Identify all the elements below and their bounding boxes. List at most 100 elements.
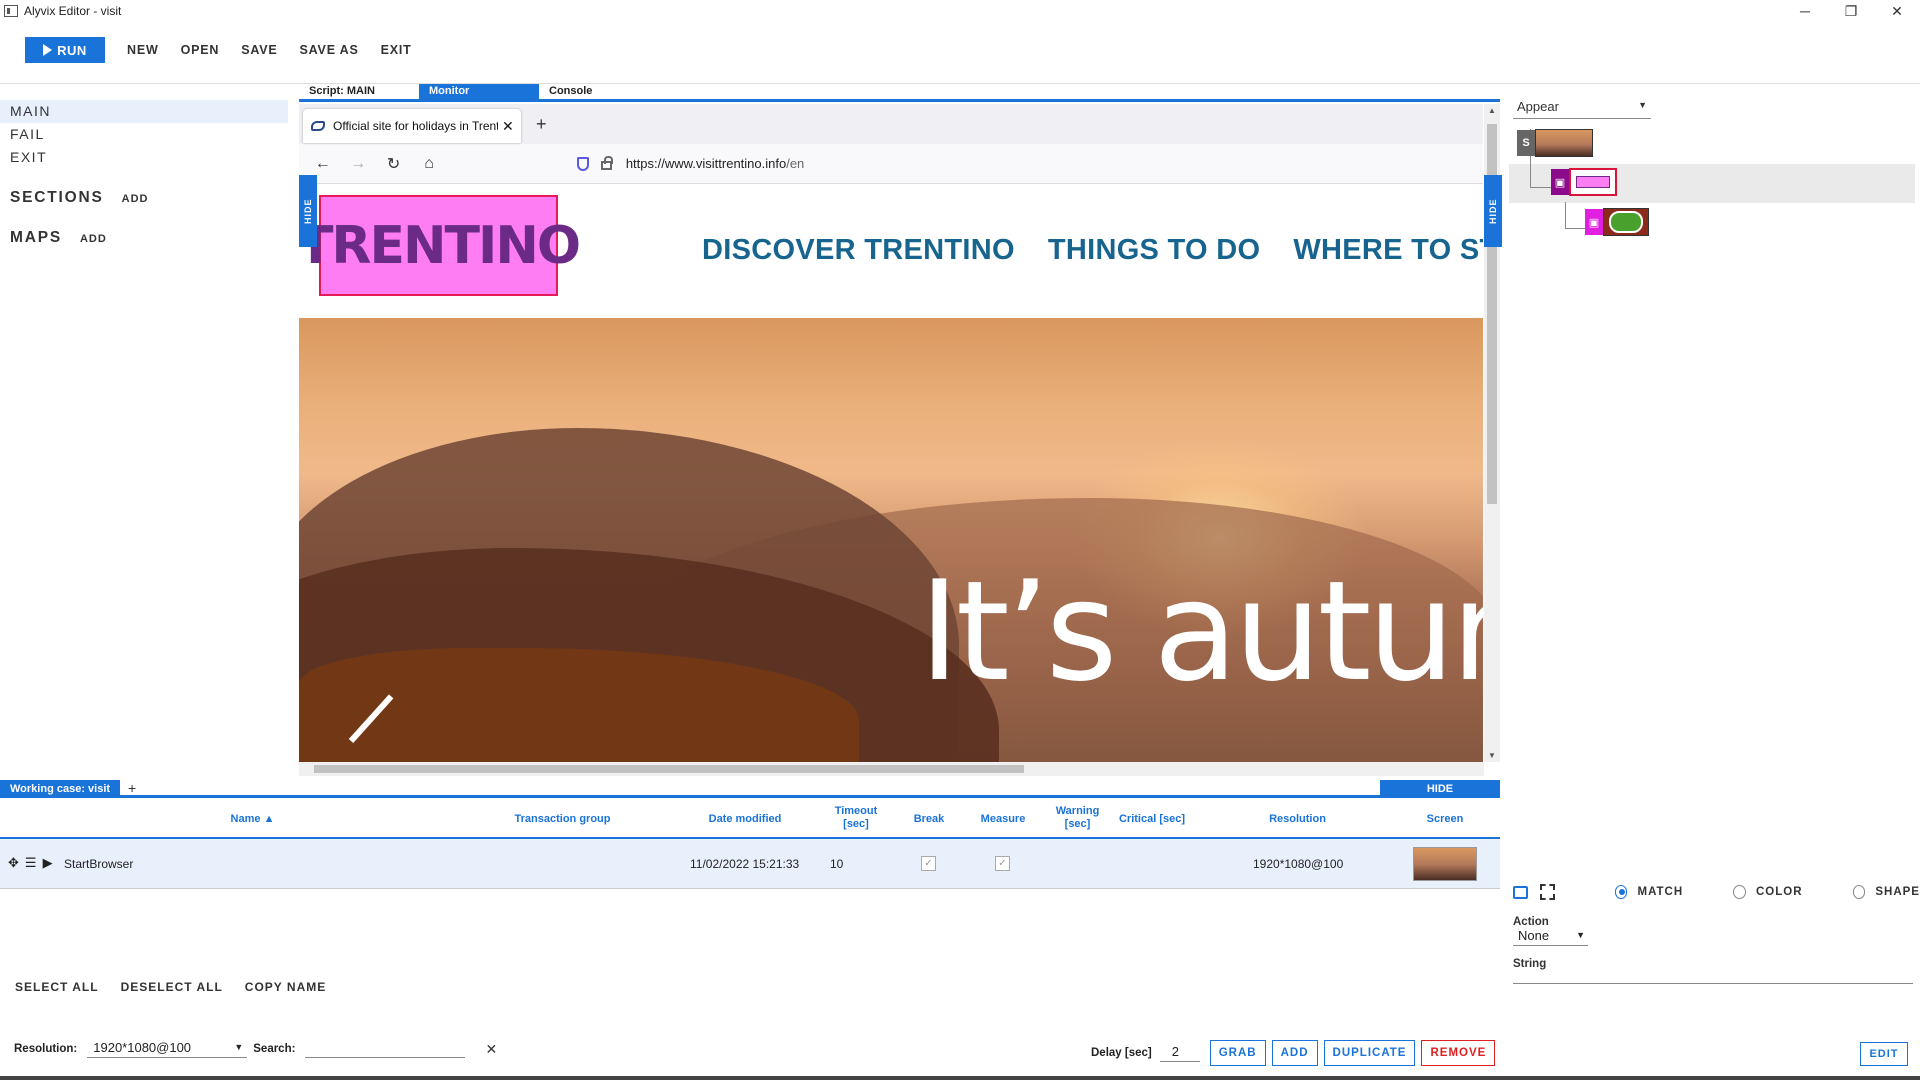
delay-input[interactable]: 2 <box>1159 1044 1200 1062</box>
radio-shape[interactable] <box>1852 885 1866 899</box>
nav-where-to-stay[interactable]: WHERE TO STAY <box>1293 234 1483 267</box>
tree-node-screen[interactable]: S <box>1517 129 1593 157</box>
exit-button[interactable]: EXIT <box>381 43 412 57</box>
hide-left-button[interactable]: HIDE <box>299 175 317 247</box>
image-icon: ▣ <box>1585 209 1603 235</box>
fullscreen-icon[interactable] <box>1539 884 1555 900</box>
nav-things-to-do[interactable]: THINGS TO DO <box>1048 234 1261 267</box>
nav-discover-trentino[interactable]: DISCOVER TRENTINO <box>702 234 1015 267</box>
reload-icon[interactable]: ↻ <box>376 154 411 174</box>
option-shape-label: SHAPE <box>1875 886 1920 898</box>
row-name[interactable]: StartBrowser <box>64 857 133 871</box>
search-input[interactable] <box>305 1040 466 1058</box>
forward-icon[interactable]: → <box>340 155 375 173</box>
close-icon[interactable]: ✕ <box>1874 0 1920 22</box>
tree-node-button[interactable]: ▣ <box>1585 208 1649 236</box>
main-toolbar: RUN NEW OPEN SAVE SAVE AS EXIT <box>0 30 1920 70</box>
option-match-label: MATCH <box>1637 886 1684 898</box>
duplicate-button[interactable]: DUPLICATE <box>1323 1040 1416 1066</box>
url-bar[interactable]: https://www.visittrentino.info/en <box>576 149 1483 179</box>
radio-match[interactable] <box>1614 885 1628 899</box>
window-controls: ─ ❐ ✕ <box>1782 0 1920 22</box>
row-timeout[interactable]: 10 <box>830 857 843 871</box>
new-tab-icon[interactable]: + <box>536 114 547 135</box>
delay-label: Delay [sec] <box>1091 1047 1152 1059</box>
tree-connector <box>1565 202 1566 228</box>
col-measure[interactable]: Measure <box>973 813 1033 826</box>
image-mode-icon[interactable] <box>1513 885 1528 899</box>
add-map-button[interactable]: ADD <box>80 233 107 245</box>
screen-capture: Official site for holidays in Trentino ✕… <box>299 104 1483 762</box>
add-case-icon[interactable]: + <box>128 780 136 796</box>
hide-right-button[interactable]: HIDE <box>1484 175 1502 247</box>
new-button[interactable]: NEW <box>127 43 159 57</box>
string-label: String <box>1513 958 1547 970</box>
object-tree-panel: Appear ▼ S ▣ ▣ MATCH COLOR SHAPE Action … <box>1505 84 1920 1080</box>
hide-grid-button[interactable]: HIDE <box>1380 780 1500 798</box>
save-button[interactable]: SAVE <box>241 43 277 57</box>
tab-close-icon[interactable]: ✕ <box>502 118 514 135</box>
edit-button[interactable]: EDIT <box>1860 1042 1908 1066</box>
action-select[interactable]: None ▼ <box>1513 928 1588 946</box>
match-options: MATCH COLOR SHAPE Action None ▼ String <box>1505 880 1920 984</box>
string-input[interactable] <box>1513 970 1913 984</box>
col-resolution[interactable]: Resolution <box>1250 813 1345 826</box>
grab-button[interactable]: GRAB <box>1209 1040 1266 1066</box>
action-label: Action <box>1513 916 1549 928</box>
scroll-up-icon[interactable]: ▲ <box>1488 106 1496 115</box>
col-warning[interactable]: Warning [sec] <box>1050 805 1105 831</box>
tab-script-main[interactable]: Script: MAIN <box>299 84 419 99</box>
method-select[interactable]: Appear ▼ <box>1513 99 1651 119</box>
scroll-down-icon[interactable]: ▼ <box>1488 751 1496 760</box>
tree-node-logo[interactable]: ▣ <box>1551 168 1617 196</box>
col-critical[interactable]: Critical [sec] <box>1112 813 1192 826</box>
horizontal-scrollbar[interactable] <box>299 762 1484 776</box>
run-button[interactable]: RUN <box>25 37 105 63</box>
col-screen[interactable]: Screen <box>1420 813 1470 826</box>
copy-name-button[interactable]: COPY NAME <box>245 980 326 994</box>
select-all-button[interactable]: SELECT ALL <box>15 980 99 994</box>
clear-search-icon[interactable]: ✕ <box>485 1041 497 1058</box>
play-icon[interactable]: ▶ <box>43 855 53 871</box>
break-checkbox[interactable]: ✓ <box>921 856 936 871</box>
resolution-select[interactable]: 1920*1080@100 ▼ <box>87 1040 248 1058</box>
script-item-exit[interactable]: EXIT <box>0 146 295 169</box>
back-icon[interactable]: ← <box>305 155 340 173</box>
trentino-logo: TRENTINO <box>299 195 581 296</box>
script-item-fail[interactable]: FAIL <box>0 123 295 146</box>
col-break[interactable]: Break <box>904 813 954 826</box>
radio-color[interactable] <box>1733 885 1746 899</box>
add-section-button[interactable]: ADD <box>122 193 149 205</box>
tab-console[interactable]: Console <box>539 84 602 99</box>
minimize-icon[interactable]: ─ <box>1782 0 1828 22</box>
open-button[interactable]: OPEN <box>181 43 220 57</box>
col-transaction-group[interactable]: Transaction group <box>500 813 625 826</box>
add-button[interactable]: ADD <box>1271 1040 1318 1066</box>
browser-tab[interactable]: Official site for holidays in Trentino ✕ <box>303 109 521 143</box>
restore-icon[interactable]: ❐ <box>1828 0 1874 22</box>
col-date-modified[interactable]: Date modified <box>695 813 795 826</box>
object-actions: Delay [sec] 2 GRAB ADD DUPLICATE REMOVE <box>1091 1040 1501 1066</box>
row-controls: ✥ ☰ ▶ <box>8 855 59 871</box>
col-timeout[interactable]: Timeout [sec] <box>828 805 884 831</box>
working-case-tab[interactable]: Working case: visit <box>0 780 121 798</box>
deselect-all-button[interactable]: DESELECT ALL <box>121 980 223 994</box>
col-name[interactable]: Name ▲ <box>200 813 305 826</box>
tab-monitor[interactable]: Monitor <box>419 84 539 99</box>
script-item-main[interactable]: MAIN <box>0 100 288 123</box>
save-as-button[interactable]: SAVE AS <box>300 43 359 57</box>
horizontal-scroll-thumb[interactable] <box>314 765 1024 773</box>
move-icon[interactable]: ✥ <box>8 855 19 871</box>
remove-button[interactable]: REMOVE <box>1421 1040 1496 1066</box>
home-icon[interactable]: ⌂ <box>411 155 446 173</box>
working-case-bar: Working case: visit + HIDE <box>0 780 1500 798</box>
site-nav: DISCOVER TRENTINO THINGS TO DO WHERE TO … <box>702 234 1483 267</box>
shield-icon <box>576 156 589 171</box>
maps-header: MAPS ADD <box>0 229 295 247</box>
table-row[interactable]: ✥ ☰ ▶ StartBrowser 11/02/2022 15:21:33 1… <box>0 839 1500 889</box>
row-date-modified: 11/02/2022 15:21:33 <box>690 857 800 871</box>
row-screen-thumbnail[interactable] <box>1413 847 1477 881</box>
list-icon[interactable]: ☰ <box>25 855 37 871</box>
measure-checkbox[interactable]: ✓ <box>995 856 1010 871</box>
browser-nav-bar: ← → ↻ ⌂ https://www.visittrentino.info/e… <box>299 144 1483 184</box>
